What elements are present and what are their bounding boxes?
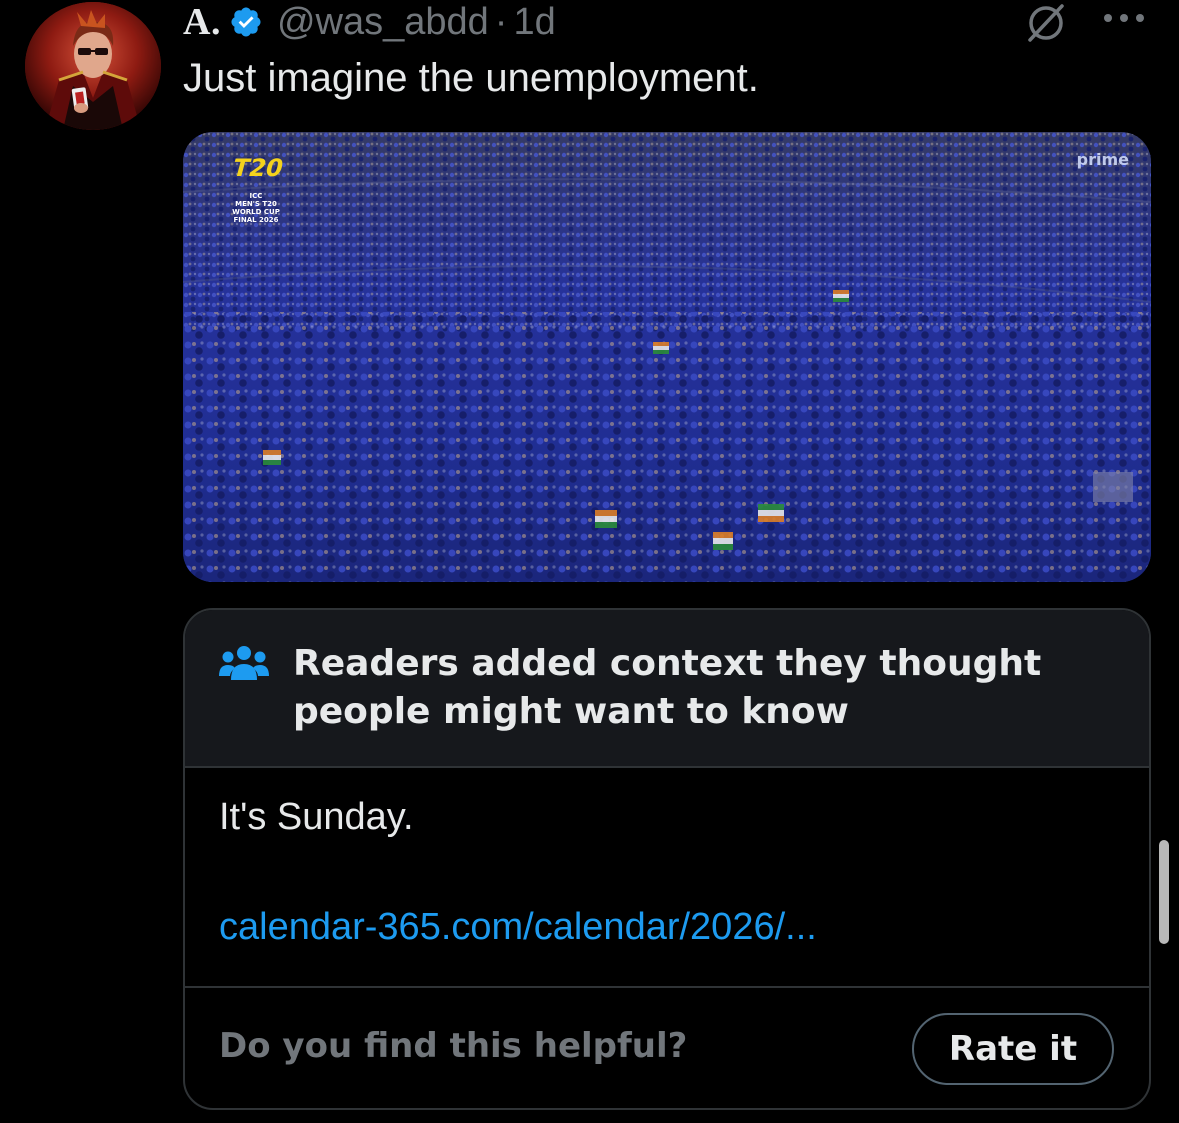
logo-line-worldcup: WORLD CUP bbox=[232, 208, 280, 216]
tweet-media[interactable]: T20 ICC MEN'S T20 WORLD CUP FINAL 2026 p… bbox=[183, 132, 1151, 582]
more-icon[interactable] bbox=[1100, 10, 1148, 26]
avatar[interactable] bbox=[25, 2, 161, 130]
separator: · bbox=[494, 0, 508, 43]
t20-world-cup-logo: T20 ICC MEN'S T20 WORLD CUP FINAL 2026 bbox=[221, 154, 291, 234]
logo-line-main: T20 bbox=[229, 154, 287, 182]
helpful-question: Do you find this helpful? bbox=[219, 1026, 688, 1066]
scrollbar-thumb[interactable] bbox=[1159, 840, 1169, 944]
tweet-header: A. @was_abdd · 1d bbox=[183, 0, 556, 44]
verified-badge-icon bbox=[231, 7, 261, 37]
crowd-photo bbox=[183, 132, 1151, 582]
logo-line-final: FINAL 2026 bbox=[233, 216, 279, 224]
community-note-link[interactable]: calendar-365.com/calendar/2026/... bbox=[219, 906, 817, 949]
handle[interactable]: @was_abdd bbox=[277, 1, 489, 44]
tweet-text: Just imagine the unemployment. bbox=[183, 56, 759, 100]
rate-it-button[interactable]: Rate it bbox=[912, 1013, 1114, 1085]
logo-line-mens: MEN'S T20 bbox=[235, 200, 277, 208]
prime-watermark: prime bbox=[1076, 150, 1129, 169]
display-name[interactable]: A. bbox=[183, 0, 221, 44]
grok-icon[interactable] bbox=[1022, 2, 1070, 42]
logo-line-icc: ICC bbox=[249, 192, 263, 200]
community-note-header: Readers added context they thought peopl… bbox=[185, 610, 1149, 768]
community-note-text: It's Sunday. bbox=[219, 796, 414, 838]
people-icon bbox=[219, 646, 269, 680]
timestamp[interactable]: 1d bbox=[513, 1, 555, 44]
avatar-image bbox=[25, 2, 161, 130]
community-note-title: Readers added context they thought peopl… bbox=[293, 643, 1042, 732]
